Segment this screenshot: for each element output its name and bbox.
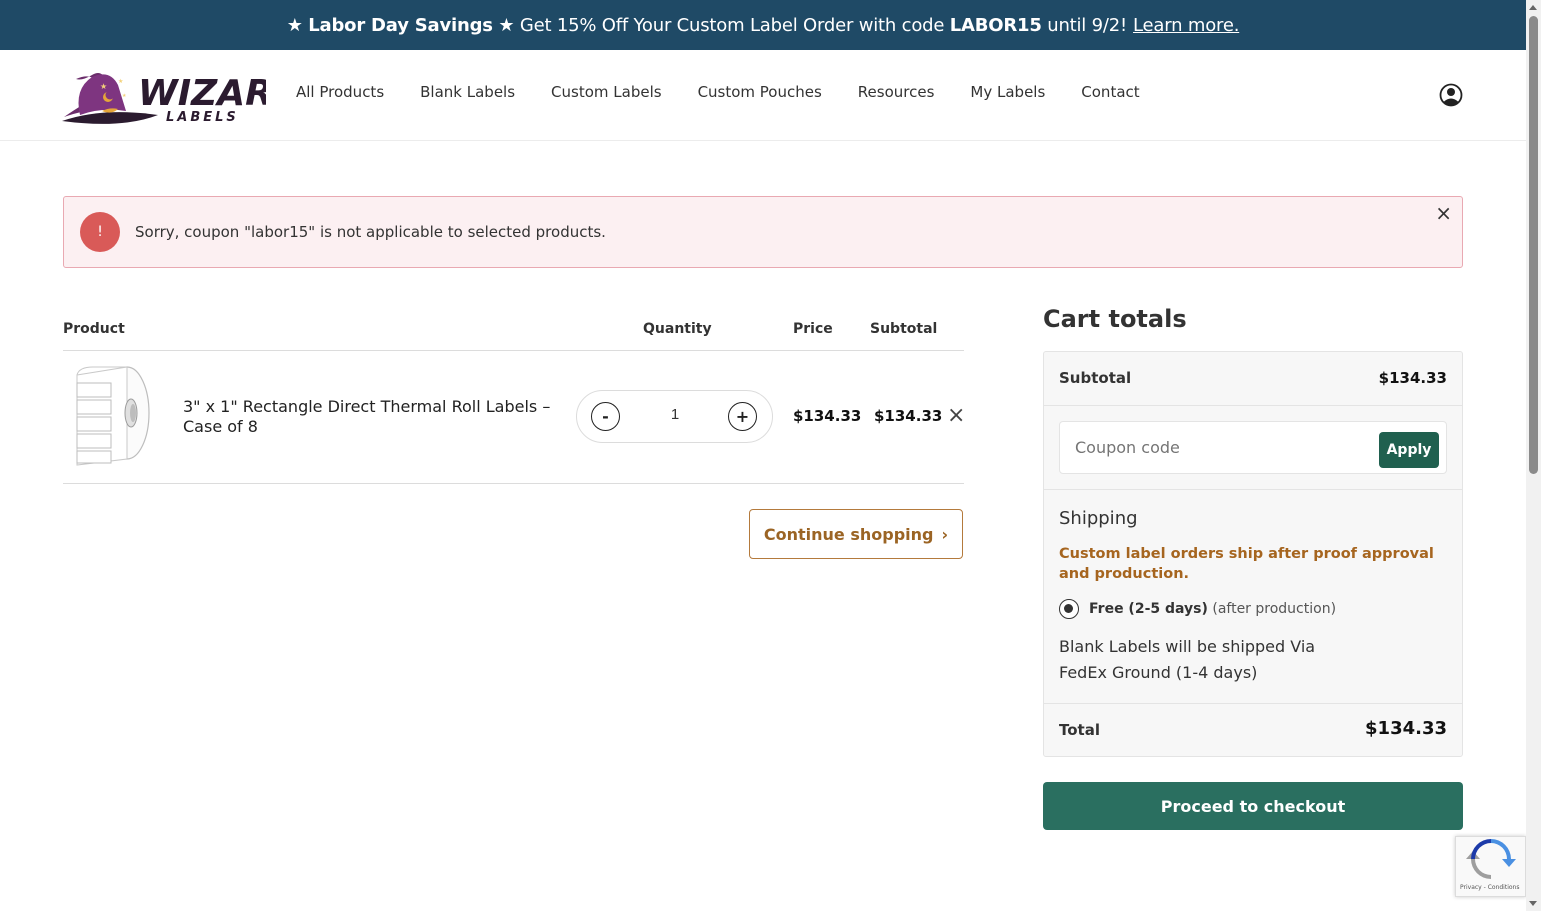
divider	[63, 350, 964, 351]
nav-blank-labels[interactable]: Blank Labels	[420, 83, 515, 101]
item-price: $134.33	[793, 407, 862, 425]
total-row: Total $134.33	[1044, 704, 1462, 757]
promo-star: ★	[498, 14, 515, 36]
blank-labels-shipping-info: Blank Labels will be shipped Via FedEx G…	[1059, 637, 1316, 682]
page-scrollbar[interactable]	[1526, 0, 1541, 911]
promo-title: Labor Day Savings	[308, 14, 493, 36]
promo-deadline: until 9/2!	[1047, 14, 1128, 36]
total-label: Total	[1059, 721, 1100, 739]
quantity-increase-button[interactable]: +	[728, 402, 757, 431]
cart-totals-panel: Subtotal $134.33 Apply Shipping Custom l…	[1043, 351, 1463, 757]
svg-text:★: ★	[118, 78, 123, 85]
subtotal-row: Subtotal $134.33	[1044, 352, 1462, 406]
shipping-option-radio[interactable]	[1059, 599, 1079, 619]
recaptcha-icon	[1466, 839, 1516, 879]
quantity-decrease-button[interactable]: -	[591, 402, 620, 431]
shipping-option-name: Free (2-5 days)	[1089, 601, 1208, 617]
svg-text:★: ★	[122, 93, 127, 99]
site-header: ★ ★ ★ WIZARD LABELS All Products Blank L…	[0, 50, 1526, 141]
promo-code: LABOR15	[949, 14, 1042, 36]
cart-totals-title: Cart totals	[1043, 305, 1187, 333]
scroll-up-icon[interactable]	[1529, 5, 1537, 10]
promo-star: ★	[286, 14, 303, 36]
quantity-input[interactable]	[637, 406, 713, 423]
shipping-note: Custom label orders ship after proof app…	[1059, 546, 1434, 582]
promo-learn-more-link[interactable]: Learn more.	[1133, 15, 1239, 36]
coupon-form: Apply	[1059, 421, 1447, 474]
scroll-down-icon[interactable]	[1529, 901, 1537, 906]
header-subtotal: Subtotal	[870, 321, 938, 337]
nav-custom-labels[interactable]: Custom Labels	[551, 83, 662, 101]
promo-banner: ★ Labor Day Savings ★ Get 15% Off Your C…	[0, 0, 1526, 50]
site-logo[interactable]: ★ ★ ★ WIZARD LABELS	[62, 67, 266, 127]
coupon-code-input[interactable]	[1075, 438, 1365, 457]
header-price: Price	[793, 321, 833, 337]
coupon-row: Apply	[1044, 406, 1462, 490]
continue-shopping-label: Continue shopping	[763, 524, 934, 544]
coupon-error-notice: ! Sorry, coupon "labor15" is not applica…	[63, 196, 1463, 268]
shipping-option-label[interactable]: Free (2-5 days) (after production)	[1089, 601, 1336, 617]
continue-shopping-button[interactable]: Continue shopping ›	[749, 509, 963, 559]
account-icon[interactable]	[1439, 83, 1463, 107]
subtotal-value: $134.33	[1378, 369, 1447, 387]
close-icon[interactable]: ×	[1435, 201, 1452, 225]
total-value: $134.33	[1365, 718, 1447, 739]
product-name-link[interactable]: 3" x 1" Rectangle Direct Thermal Roll La…	[183, 397, 563, 437]
recaptcha-terms[interactable]: Privacy - Conditions	[1460, 884, 1519, 891]
item-subtotal: $134.33	[874, 407, 943, 425]
recaptcha-badge[interactable]: Privacy - Conditions	[1455, 836, 1526, 897]
svg-text:★: ★	[100, 82, 107, 91]
subtotal-label: Subtotal	[1059, 369, 1132, 387]
nav-all-products[interactable]: All Products	[296, 83, 384, 101]
shipping-title: Shipping	[1059, 508, 1138, 529]
apply-coupon-button[interactable]: Apply	[1379, 432, 1439, 468]
quantity-stepper: - +	[576, 390, 773, 443]
shipping-option-note: (after production)	[1212, 601, 1337, 617]
main-nav: All Products Blank Labels Custom Labels …	[296, 83, 1176, 101]
header-quantity: Quantity	[643, 321, 712, 337]
nav-custom-pouches[interactable]: Custom Pouches	[698, 83, 822, 101]
shipping-section: Shipping Custom label orders ship after …	[1044, 490, 1462, 704]
nav-my-labels[interactable]: My Labels	[970, 83, 1045, 101]
nav-contact[interactable]: Contact	[1081, 83, 1139, 101]
header-product: Product	[63, 321, 125, 337]
scrollbar-thumb[interactable]	[1529, 16, 1538, 474]
nav-resources[interactable]: Resources	[858, 83, 935, 101]
promo-text: Get 15% Off Your Custom Label Order with…	[519, 14, 945, 36]
logo-wordmark: WIZARD	[138, 73, 266, 114]
logo-subtext: LABELS	[166, 110, 239, 125]
proceed-to-checkout-button[interactable]: Proceed to checkout	[1043, 782, 1463, 830]
product-thumbnail[interactable]	[73, 365, 153, 469]
divider	[63, 483, 964, 484]
chevron-right-icon: ›	[941, 524, 949, 544]
notice-message: Sorry, coupon "labor15" is not applicabl…	[135, 223, 606, 241]
remove-item-icon[interactable]: ×	[947, 405, 965, 427]
error-icon: !	[80, 212, 120, 252]
